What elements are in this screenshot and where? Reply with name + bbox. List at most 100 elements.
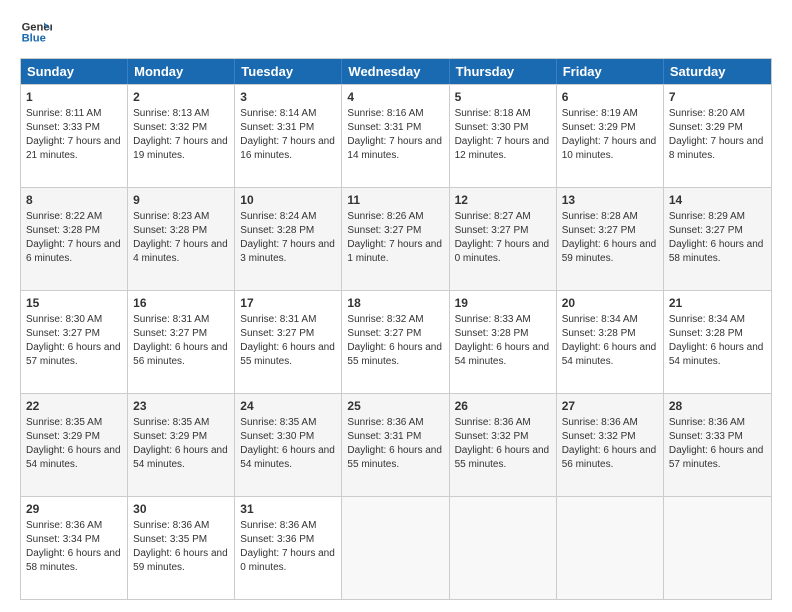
calendar-cell: 2 Sunrise: 8:13 AM Sunset: 3:32 PM Daylight… (128, 85, 235, 187)
daylight: Daylight: 7 hours and 19 minutes. (133, 136, 228, 161)
header-day-sunday: Sunday (21, 59, 128, 84)
sunrise: Sunrise: 8:33 AM (455, 314, 531, 325)
day-number: 23 (133, 398, 229, 415)
calendar-cell: 10 Sunrise: 8:24 AM Sunset: 3:28 PM Dayligh… (235, 188, 342, 290)
calendar-cell: 11 Sunrise: 8:26 AM Sunset: 3:27 PM Dayligh… (342, 188, 449, 290)
daylight: Daylight: 6 hours and 57 minutes. (26, 342, 121, 367)
daylight: Daylight: 7 hours and 1 minute. (347, 239, 442, 264)
sunset: Sunset: 3:36 PM (240, 534, 314, 545)
calendar-cell (664, 497, 771, 599)
sunrise: Sunrise: 8:23 AM (133, 211, 209, 222)
logo: General Blue (20, 16, 56, 48)
daylight: Daylight: 7 hours and 12 minutes. (455, 136, 550, 161)
day-number: 28 (669, 398, 766, 415)
calendar-cell: 6Sunrise: 8:19 AMSunset: 3:29 PMDaylight… (557, 85, 664, 187)
sunset: Sunset: 3:35 PM (133, 534, 207, 545)
calendar-cell: 18Sunrise: 8:32 AMSunset: 3:27 PMDayligh… (342, 291, 449, 393)
daylight: Daylight: 6 hours and 54 minutes. (240, 445, 335, 470)
sunset: Sunset: 3:27 PM (347, 225, 421, 236)
sunrise: Sunrise: 8:27 AM (455, 211, 531, 222)
daylight: Daylight: 6 hours and 58 minutes. (669, 239, 764, 264)
calendar-body: 1Sunrise: 8:11 AMSunset: 3:33 PMDaylight… (21, 84, 771, 599)
sunrise: Sunrise: 8:35 AM (26, 417, 102, 428)
sunset: Sunset: 3:28 PM (240, 225, 314, 236)
daylight: Daylight: 7 hours and 16 minutes. (240, 136, 335, 161)
sunrise: Sunrise: 8:36 AM (669, 417, 745, 428)
calendar-cell: 21Sunrise: 8:34 AMSunset: 3:28 PMDayligh… (664, 291, 771, 393)
calendar-cell: 14Sunrise: 8:29 AMSunset: 3:27 PMDayligh… (664, 188, 771, 290)
calendar-cell: 26Sunrise: 8:36 AMSunset: 3:32 PMDayligh… (450, 394, 557, 496)
calendar-cell: 30 Sunrise: 8:36 AM Sunset: 3:35 PM Dayligh… (128, 497, 235, 599)
sunset: Sunset: 3:29 PM (562, 122, 636, 133)
header-day-saturday: Saturday (664, 59, 771, 84)
sunset: Sunset: 3:32 PM (562, 431, 636, 442)
sunrise: Sunrise: 8:36 AM (562, 417, 638, 428)
calendar-cell: 22Sunrise: 8:35 AMSunset: 3:29 PMDayligh… (21, 394, 128, 496)
sunrise: Sunrise: 8:13 AM (133, 108, 209, 119)
day-number: 16 (133, 295, 229, 312)
calendar-cell: 16Sunrise: 8:31 AMSunset: 3:27 PMDayligh… (128, 291, 235, 393)
day-number: 2 (133, 89, 229, 106)
sunrise: Sunrise: 8:20 AM (669, 108, 745, 119)
svg-text:Blue: Blue (22, 33, 46, 45)
sunrise: Sunrise: 8:28 AM (562, 211, 638, 222)
day-number: 5 (455, 89, 551, 106)
calendar-cell (342, 497, 449, 599)
day-number: 22 (26, 398, 122, 415)
calendar-cell: 25Sunrise: 8:36 AMSunset: 3:31 PMDayligh… (342, 394, 449, 496)
sunset: Sunset: 3:27 PM (669, 225, 743, 236)
calendar-cell: 4Sunrise: 8:16 AMSunset: 3:31 PMDaylight… (342, 85, 449, 187)
day-number: 8 (26, 192, 122, 209)
header-day-friday: Friday (557, 59, 664, 84)
daylight: Daylight: 6 hours and 54 minutes. (26, 445, 121, 470)
day-number: 9 (133, 192, 229, 209)
daylight: Daylight: 6 hours and 56 minutes. (133, 342, 228, 367)
header-day-monday: Monday (128, 59, 235, 84)
sunset: Sunset: 3:27 PM (26, 328, 100, 339)
daylight: Daylight: 7 hours and 10 minutes. (562, 136, 657, 161)
calendar-row-5: 29Sunrise: 8:36 AMSunset: 3:34 PMDayligh… (21, 496, 771, 599)
sunset: Sunset: 3:32 PM (455, 431, 529, 442)
sunrise: Sunrise: 8:36 AM (133, 520, 209, 531)
day-number: 15 (26, 295, 122, 312)
calendar-cell: 5Sunrise: 8:18 AMSunset: 3:30 PMDaylight… (450, 85, 557, 187)
header-day-thursday: Thursday (450, 59, 557, 84)
day-number: 11 (347, 192, 443, 209)
calendar-cell: 7Sunrise: 8:20 AMSunset: 3:29 PMDaylight… (664, 85, 771, 187)
sunset: Sunset: 3:27 PM (562, 225, 636, 236)
calendar-cell: 3Sunrise: 8:14 AMSunset: 3:31 PMDaylight… (235, 85, 342, 187)
calendar-cell: 31Sunrise: 8:36 AMSunset: 3:36 PMDayligh… (235, 497, 342, 599)
sunset: Sunset: 3:32 PM (133, 122, 207, 133)
sunset: Sunset: 3:33 PM (26, 122, 100, 133)
sunset: Sunset: 3:27 PM (240, 328, 314, 339)
daylight: Daylight: 6 hours and 58 minutes. (26, 548, 121, 573)
sunset: Sunset: 3:34 PM (26, 534, 100, 545)
daylight: Daylight: 7 hours and 3 minutes. (240, 239, 335, 264)
calendar-header: SundayMondayTuesdayWednesdayThursdayFrid… (21, 59, 771, 84)
day-number: 10 (240, 192, 336, 209)
day-number: 12 (455, 192, 551, 209)
daylight: Daylight: 6 hours and 56 minutes. (562, 445, 657, 470)
daylight: Daylight: 7 hours and 21 minutes. (26, 136, 121, 161)
sunrise: Sunrise: 8:26 AM (347, 211, 423, 222)
daylight: Daylight: 6 hours and 54 minutes. (562, 342, 657, 367)
day-number: 19 (455, 295, 551, 312)
header-day-tuesday: Tuesday (235, 59, 342, 84)
sunset: Sunset: 3:28 PM (562, 328, 636, 339)
sunrise: Sunrise: 8:36 AM (347, 417, 423, 428)
daylight: Daylight: 7 hours and 14 minutes. (347, 136, 442, 161)
day-number: 25 (347, 398, 443, 415)
sunrise: Sunrise: 8:24 AM (240, 211, 316, 222)
daylight: Daylight: 6 hours and 55 minutes. (347, 342, 442, 367)
calendar-row-2: 8Sunrise: 8:22 AMSunset: 3:28 PMDaylight… (21, 187, 771, 290)
calendar-cell: 23Sunrise: 8:35 AMSunset: 3:29 PMDayligh… (128, 394, 235, 496)
daylight: Daylight: 7 hours and 4 minutes. (133, 239, 228, 264)
day-number: 30 (133, 501, 229, 518)
day-number: 21 (669, 295, 766, 312)
daylight: Daylight: 6 hours and 59 minutes. (133, 548, 228, 573)
calendar-row-3: 15Sunrise: 8:30 AMSunset: 3:27 PMDayligh… (21, 290, 771, 393)
calendar-cell (450, 497, 557, 599)
calendar-cell: 29Sunrise: 8:36 AMSunset: 3:34 PMDayligh… (21, 497, 128, 599)
sunrise: Sunrise: 8:35 AM (240, 417, 316, 428)
day-number: 1 (26, 89, 122, 106)
